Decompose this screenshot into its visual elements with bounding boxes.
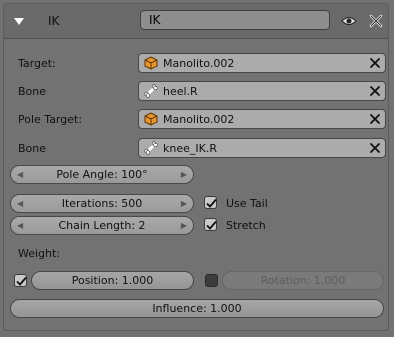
decrement-arrow-icon[interactable]: ◀ — [17, 195, 23, 212]
constraint-name-field[interactable]: IK — [140, 10, 330, 30]
increment-arrow-icon[interactable]: ▶ — [181, 217, 187, 234]
stretch-label: Stretch — [226, 219, 266, 232]
iterations-slider[interactable]: ◀ Iterations: 500 ▶ — [10, 194, 194, 213]
target-value: Manolito.002 — [163, 57, 235, 70]
chain-length-text: Chain Length: 2 — [58, 219, 146, 232]
target-field[interactable]: Manolito.002 — [138, 53, 386, 73]
chain-length-slider[interactable]: ◀ Chain Length: 2 ▶ — [10, 216, 194, 235]
decrement-arrow-icon[interactable]: ◀ — [17, 166, 23, 183]
pole-angle-text: Pole Angle: 100° — [56, 168, 148, 181]
bone-value: heel.R — [163, 85, 198, 98]
clear-icon[interactable] — [369, 113, 381, 125]
collapse-triangle-icon[interactable] — [14, 18, 24, 25]
check-icon — [16, 276, 27, 286]
ik-constraint-panel: IK IK Target: Manolito.002 Bone heel.R P… — [3, 3, 389, 331]
stretch-checkbox[interactable] — [204, 218, 217, 231]
panel-header: IK IK — [4, 4, 388, 39]
bone-icon — [144, 84, 158, 98]
pole-bone-label: Bone — [18, 142, 47, 155]
clear-icon[interactable] — [369, 57, 381, 69]
pole-target-label: Pole Target: — [18, 113, 83, 126]
bone-field[interactable]: heel.R — [138, 81, 386, 101]
close-icon[interactable] — [368, 13, 384, 29]
target-label: Target: — [18, 57, 56, 70]
increment-arrow-icon[interactable]: ▶ — [181, 166, 187, 183]
clear-icon[interactable] — [369, 85, 381, 97]
pole-target-field[interactable]: Manolito.002 — [138, 109, 386, 129]
bone-icon — [144, 141, 158, 155]
check-icon — [206, 198, 217, 208]
pole-target-value: Manolito.002 — [163, 113, 235, 126]
pole-bone-value: knee_IK.R — [163, 142, 217, 155]
rotation-weight-field[interactable]: Rotation: 1.000 — [222, 271, 384, 290]
bone-label: Bone — [18, 85, 47, 98]
position-weight-field[interactable]: Position: 1.000 — [31, 271, 194, 290]
clear-icon[interactable] — [369, 142, 381, 154]
check-icon — [206, 220, 217, 230]
position-checkbox[interactable] — [14, 274, 27, 287]
eye-icon[interactable] — [341, 13, 357, 29]
use-tail-checkbox[interactable] — [204, 196, 217, 209]
pole-bone-field[interactable]: knee_IK.R — [138, 138, 386, 158]
weight-label: Weight: — [18, 247, 61, 260]
object-icon — [144, 56, 158, 70]
use-tail-label: Use Tail — [226, 197, 268, 210]
iterations-text: Iterations: 500 — [61, 197, 143, 210]
object-icon — [144, 112, 158, 126]
panel-title: IK — [48, 14, 60, 28]
rotation-checkbox[interactable] — [205, 274, 218, 287]
decrement-arrow-icon[interactable]: ◀ — [17, 217, 23, 234]
influence-slider[interactable]: Influence: 1.000 — [10, 299, 384, 318]
pole-angle-slider[interactable]: ◀ Pole Angle: 100° ▶ — [10, 165, 194, 184]
increment-arrow-icon[interactable]: ▶ — [181, 195, 187, 212]
